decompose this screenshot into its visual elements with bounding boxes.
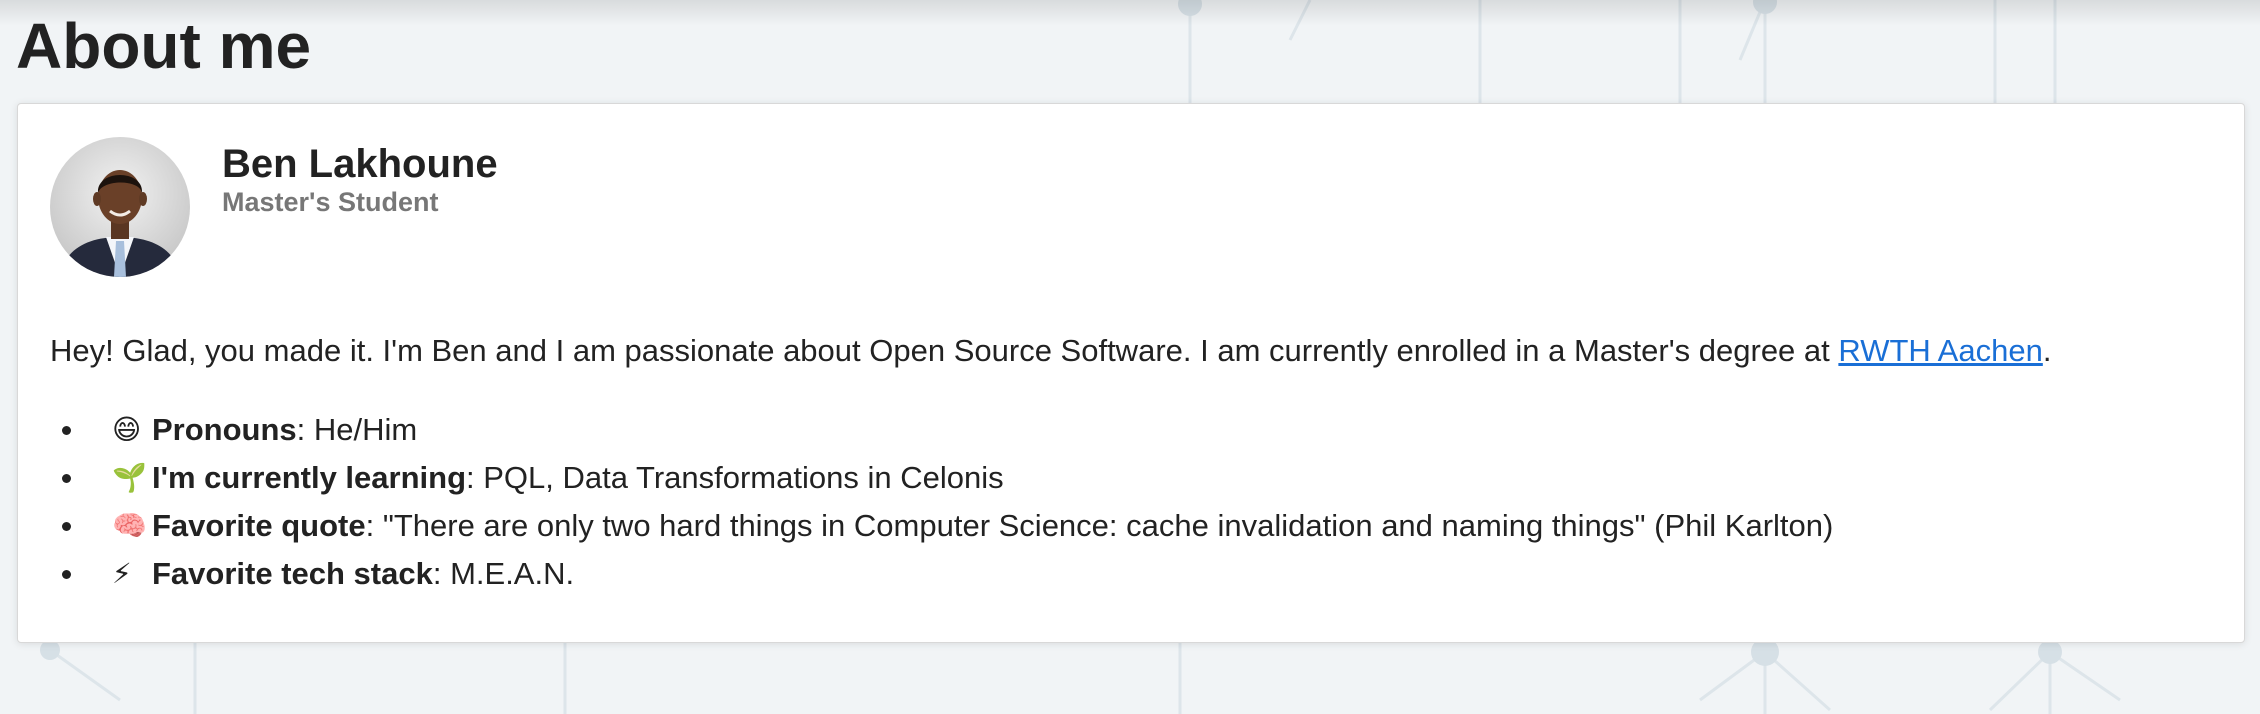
profile-name: Ben Lakhoune bbox=[222, 142, 498, 186]
brain-icon: 🧠 bbox=[112, 509, 147, 542]
page-title: About me bbox=[16, 10, 312, 82]
fact-value: : M.E.A.N. bbox=[432, 556, 575, 591]
fact-label: Favorite tech stack bbox=[152, 556, 433, 591]
fact-item-pronouns: 😄 Pronouns: He/Him bbox=[50, 406, 1833, 454]
fact-item-quote: 🧠 Favorite quote: "There are only two har… bbox=[50, 502, 1833, 550]
fact-value: : "There are only two hard things in Com… bbox=[365, 508, 1834, 543]
fact-item-learning: 🌱 I'm currently learning: PQL, Data Trans… bbox=[50, 454, 1833, 502]
intro-paragraph: Hey! Glad, you made it. I'm Ben and I am… bbox=[50, 329, 2051, 373]
about-card: Ben Lakhoune Master's Student Hey! Glad,… bbox=[17, 103, 2245, 643]
grinning-face-icon: 😄 bbox=[112, 413, 142, 446]
fact-label: Favorite quote bbox=[152, 508, 366, 543]
fact-label: Pronouns bbox=[152, 412, 297, 447]
intro-text: Hey! Glad, you made it. I'm Ben and I am… bbox=[50, 333, 1839, 368]
fact-item-tech-stack: ⚡ Favorite tech stack: M.E.A.N. bbox=[50, 550, 1833, 598]
rwth-aachen-link[interactable]: RWTH Aachen bbox=[1838, 333, 2042, 368]
profile-role: Master's Student bbox=[222, 187, 439, 217]
lightning-icon: ⚡ bbox=[112, 557, 132, 590]
top-shadow bbox=[0, 0, 2260, 26]
fact-label: I'm currently learning bbox=[152, 460, 467, 495]
fact-value: : PQL, Data Transformations in Celonis bbox=[466, 460, 1004, 495]
intro-trailing: . bbox=[2042, 333, 2052, 368]
facts-list: 😄 Pronouns: He/Him 🌱 I'm currently learnin… bbox=[50, 406, 1833, 598]
person-photo-icon bbox=[50, 137, 190, 277]
seedling-icon: 🌱 bbox=[112, 461, 147, 494]
fact-value: : He/Him bbox=[296, 412, 418, 447]
avatar bbox=[50, 137, 190, 277]
